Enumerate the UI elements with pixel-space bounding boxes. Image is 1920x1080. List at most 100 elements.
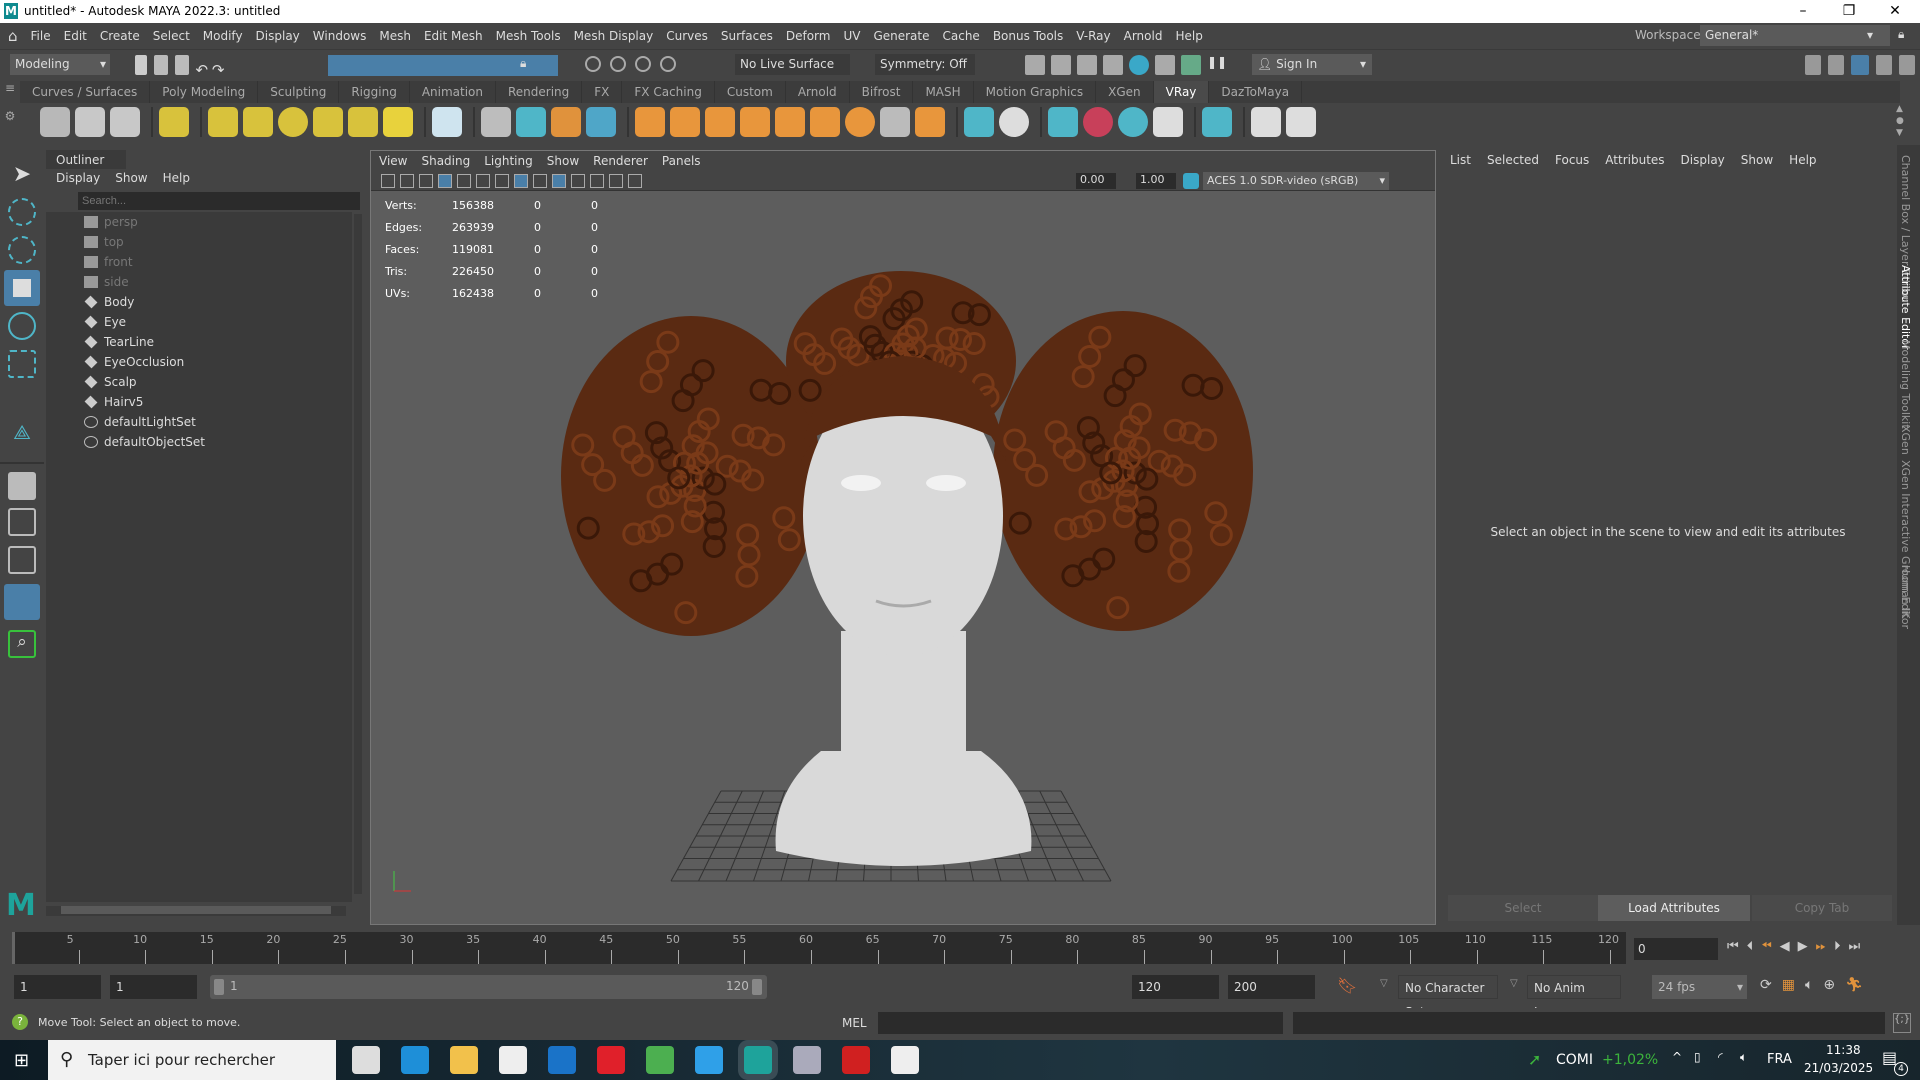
isolate-select-icon[interactable] [609, 174, 623, 188]
outliner-tab[interactable]: Outliner [46, 150, 126, 169]
redo-icon[interactable]: ↷ [212, 61, 225, 79]
shelf-scroll[interactable]: ▲ ● ▼ [1896, 103, 1904, 139]
side-tab-attribute-editor[interactable]: Attribute Editor [1899, 265, 1912, 350]
last-tool-icon[interactable]: ⟁ [8, 420, 36, 448]
menu-mesh-tools[interactable]: Mesh Tools [496, 29, 561, 43]
snap-grid-icon[interactable] [585, 56, 601, 72]
range-slider-bar[interactable]: 1 120 [210, 975, 767, 999]
outliner-item-scalp[interactable]: Scalp [46, 372, 352, 392]
outliner-search-input[interactable] [78, 192, 360, 210]
render-settings-icon[interactable] [1103, 55, 1123, 75]
volume-icon[interactable]: 🔈︎ [1740, 1050, 1747, 1065]
shelf-tab-curves-surfaces[interactable]: Curves / Surfaces [20, 81, 151, 103]
command-input[interactable] [878, 1012, 1283, 1034]
minimize-button[interactable]: – [1780, 0, 1826, 23]
exposure-field[interactable]: 0.00 [1076, 173, 1116, 189]
outliner-item-persp[interactable]: persp [46, 212, 352, 232]
viewport-menu-renderer[interactable]: Renderer [593, 154, 648, 168]
cone-shape-icon[interactable] [964, 107, 994, 137]
menu-arnold[interactable]: Arnold [1124, 29, 1163, 43]
stock-ticker[interactable]: COMI [1556, 1052, 1593, 1068]
anim-layer-arrow-icon[interactable]: ▽ [1510, 978, 1518, 989]
outliner-item-eye[interactable]: Eye [46, 312, 352, 332]
sphere-light-icon[interactable] [278, 107, 308, 137]
outliner-layout-icon[interactable] [4, 584, 40, 620]
scale-tool-icon[interactable] [8, 350, 36, 378]
vray-render-icon[interactable] [75, 107, 105, 137]
menu-edit[interactable]: Edit [64, 29, 87, 43]
animation-preferences-icon[interactable]: ⊕ [1823, 977, 1835, 993]
opera-icon[interactable] [597, 1046, 625, 1074]
attr-menu-focus[interactable]: Focus [1555, 153, 1589, 167]
windows-start-icon[interactable]: ⊞ [14, 1050, 29, 1071]
attr-menu-list[interactable]: List [1450, 153, 1471, 167]
menu-mesh[interactable]: Mesh [379, 29, 411, 43]
file-shader-icon[interactable] [1048, 107, 1078, 137]
live-surface-field[interactable]: No Live Surface [735, 54, 850, 75]
lasso-tool-icon[interactable] [8, 198, 36, 226]
pause-icon[interactable]: ❚❚ [1207, 55, 1227, 75]
taskbar-search-box[interactable]: ⚲ Taper ici pour rechercher [48, 1040, 336, 1080]
menu-generate[interactable]: Generate [873, 29, 929, 43]
four-view-layout-icon[interactable] [8, 508, 36, 536]
ipr-render-icon[interactable] [1077, 55, 1097, 75]
grid-icon[interactable] [438, 174, 452, 188]
move-tool-icon[interactable] [4, 270, 40, 306]
viewport-menu-panels[interactable]: Panels [662, 154, 701, 168]
menu-surfaces[interactable]: Surfaces [721, 29, 773, 43]
gamma-field[interactable]: 1.00 [1136, 173, 1176, 189]
current-frame-field[interactable]: 0 [1634, 938, 1718, 960]
two-sided-lighting-icon[interactable] [628, 174, 642, 188]
plane-icon[interactable] [432, 107, 462, 137]
material-icon[interactable] [740, 107, 770, 137]
shelf-tab-daztomaya[interactable]: DazToMaya [1209, 81, 1303, 103]
command-language-label[interactable]: MEL [842, 1016, 867, 1030]
outliner-vertical-scrollbar[interactable] [354, 214, 362, 894]
settings-gear-icon[interactable] [915, 107, 945, 137]
scene-icon[interactable] [551, 107, 581, 137]
image-plane-icon[interactable] [419, 174, 433, 188]
attr-menu-attributes[interactable]: Attributes [1605, 153, 1664, 167]
playback-end-field[interactable]: 120 [1132, 975, 1219, 999]
palette-icon[interactable] [1153, 107, 1183, 137]
go-to-start-icon[interactable]: ⏮ [1727, 939, 1739, 954]
loop-icon[interactable]: ⟳ [1760, 977, 1772, 993]
vray-ipr-icon[interactable] [110, 107, 140, 137]
menu-display[interactable]: Display [256, 29, 300, 43]
bookmark-icon[interactable]: 🔖︎ [1337, 976, 1357, 995]
menu-set-dropdown[interactable]: Modeling ▾ [10, 54, 110, 75]
attr-menu-help[interactable]: Help [1789, 153, 1816, 167]
multi-sphere-icon[interactable] [1118, 107, 1148, 137]
color-management-toggle-icon[interactable] [1183, 173, 1199, 189]
t-app-icon[interactable] [842, 1046, 870, 1074]
menu-modify[interactable]: Modify [203, 29, 243, 43]
light-lister-icon[interactable] [159, 107, 189, 137]
character-set-arrow-icon[interactable]: ▽ [1380, 978, 1388, 989]
smooth-shade-icon[interactable] [514, 174, 528, 188]
menu-deform[interactable]: Deform [786, 29, 831, 43]
side-tab-human-ik[interactable]: Human IK [1899, 565, 1912, 619]
outliner-item-defaultlightset[interactable]: defaultLightSet [46, 412, 352, 432]
symmetry-dropdown[interactable]: Symmetry: Off [875, 54, 975, 75]
edge-icon[interactable] [401, 1046, 429, 1074]
lock-icon[interactable]: 🔒︎ [1898, 27, 1904, 42]
menu-edit-mesh[interactable]: Edit Mesh [424, 29, 483, 43]
load-attributes-button[interactable]: Load Attributes [1598, 895, 1750, 921]
rotate-tool-icon[interactable] [8, 312, 36, 340]
snap-view-icon[interactable] [660, 56, 676, 72]
attribute-editor-toggle-icon[interactable] [1851, 55, 1869, 75]
channel-box-toggle-icon[interactable] [1899, 55, 1915, 75]
human-ik-toggle-icon[interactable] [1828, 55, 1844, 75]
viewport-menu-view[interactable]: View [379, 154, 407, 168]
device-icon[interactable]: ▯ [1694, 1050, 1701, 1064]
animation-start-field[interactable]: 1 [14, 975, 101, 999]
animation-end-field[interactable]: 200 [1228, 975, 1315, 999]
grass-icon[interactable] [705, 107, 735, 137]
close-button[interactable]: ✕ [1872, 0, 1918, 23]
menu-cache[interactable]: Cache [943, 29, 980, 43]
outlook-icon[interactable] [548, 1046, 576, 1074]
shelf-tab-rendering[interactable]: Rendering [496, 81, 583, 103]
ies-light-icon[interactable] [348, 107, 378, 137]
maximize-button[interactable]: ❐ [1826, 0, 1872, 23]
outliner-item-side[interactable]: side [46, 272, 352, 292]
